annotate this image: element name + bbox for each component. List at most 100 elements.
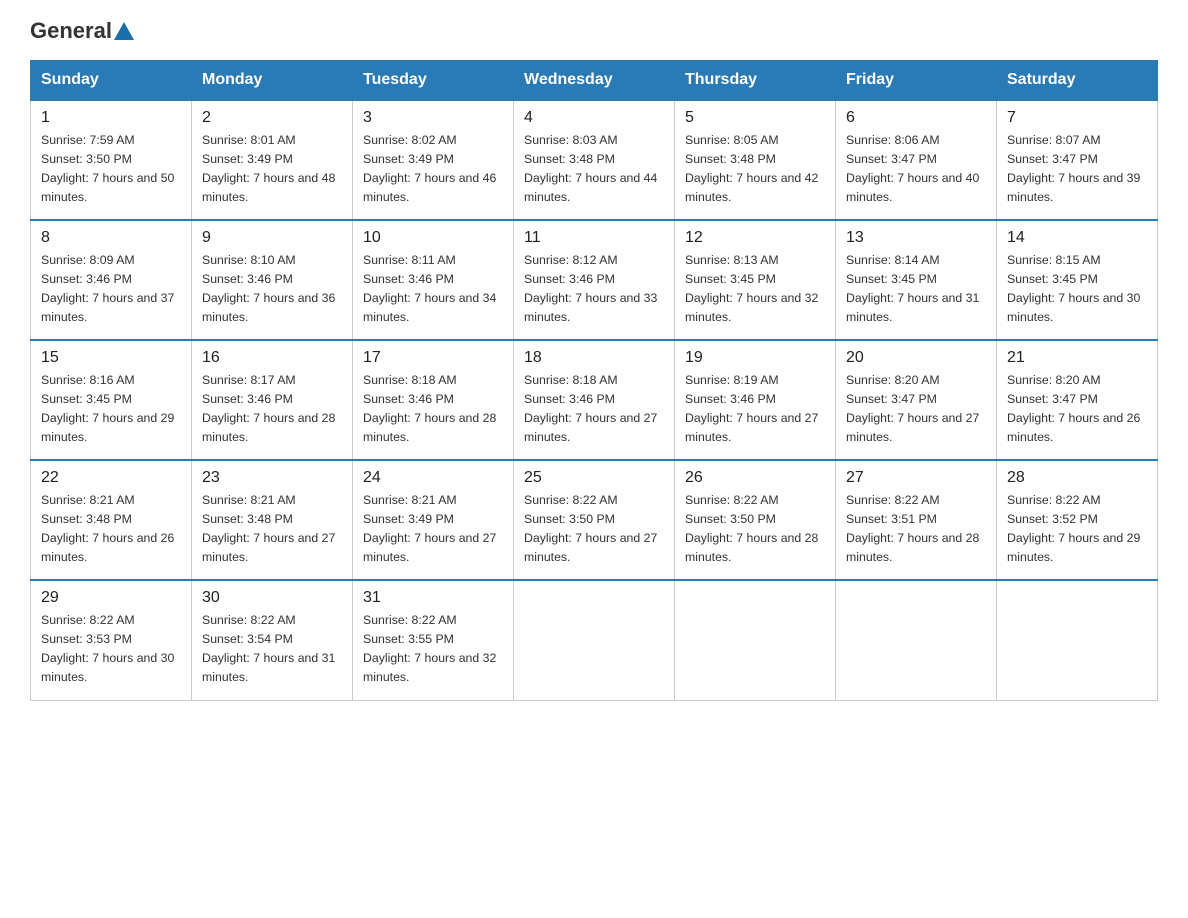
weekday-header-row: SundayMondayTuesdayWednesdayThursdayFrid…: [31, 61, 1158, 101]
day-number: 25: [524, 469, 664, 487]
calendar-cell: 7 Sunrise: 8:07 AMSunset: 3:47 PMDaylight…: [997, 100, 1158, 220]
day-info: Sunrise: 8:15 AMSunset: 3:45 PMDaylight:…: [1007, 253, 1140, 324]
day-number: 9: [202, 229, 342, 247]
day-info: Sunrise: 8:22 AMSunset: 3:54 PMDaylight:…: [202, 613, 335, 684]
weekday-header-tuesday: Tuesday: [353, 61, 514, 101]
calendar-cell: 13Sunrise: 8:14 AMSunset: 3:45 PMDayligh…: [836, 220, 997, 340]
day-info: Sunrise: 8:21 AMSunset: 3:48 PMDaylight:…: [41, 493, 174, 564]
calendar-cell: [997, 580, 1158, 700]
logo-triangle-icon: [114, 22, 134, 40]
day-info: Sunrise: 8:22 AMSunset: 3:51 PMDaylight:…: [846, 493, 979, 564]
calendar-cell: 2 Sunrise: 8:01 AMSunset: 3:49 PMDaylight…: [192, 100, 353, 220]
calendar-cell: 5 Sunrise: 8:05 AMSunset: 3:48 PMDaylight…: [675, 100, 836, 220]
calendar-cell: 28 Sunrise: 8:22 AMSunset: 3:52 PMDayligh…: [997, 460, 1158, 580]
day-info: Sunrise: 8:22 AMSunset: 3:55 PMDaylight:…: [363, 613, 496, 684]
calendar-cell: 4 Sunrise: 8:03 AMSunset: 3:48 PMDaylight…: [514, 100, 675, 220]
calendar-cell: 22Sunrise: 8:21 AMSunset: 3:48 PMDayligh…: [31, 460, 192, 580]
day-number: 21: [1007, 349, 1147, 367]
day-info: Sunrise: 8:13 AMSunset: 3:45 PMDaylight:…: [685, 253, 818, 324]
calendar-cell: 29 Sunrise: 8:22 AMSunset: 3:53 PMDayligh…: [31, 580, 192, 700]
day-info: Sunrise: 8:18 AMSunset: 3:46 PMDaylight:…: [363, 373, 496, 444]
calendar-cell: 14Sunrise: 8:15 AMSunset: 3:45 PMDayligh…: [997, 220, 1158, 340]
day-number: 31: [363, 589, 503, 607]
calendar-cell: 26 Sunrise: 8:22 AMSunset: 3:50 PMDayligh…: [675, 460, 836, 580]
calendar-cell: 10 Sunrise: 8:11 AMSunset: 3:46 PMDayligh…: [353, 220, 514, 340]
page-header: General: [30, 20, 1158, 42]
calendar-cell: 6 Sunrise: 8:06 AMSunset: 3:47 PMDaylight…: [836, 100, 997, 220]
day-info: Sunrise: 8:19 AMSunset: 3:46 PMDaylight:…: [685, 373, 818, 444]
day-number: 26: [685, 469, 825, 487]
calendar-table: SundayMondayTuesdayWednesdayThursdayFrid…: [30, 60, 1158, 701]
calendar-cell: 15Sunrise: 8:16 AMSunset: 3:45 PMDayligh…: [31, 340, 192, 460]
day-number: 29: [41, 589, 181, 607]
calendar-week-row: 15Sunrise: 8:16 AMSunset: 3:45 PMDayligh…: [31, 340, 1158, 460]
calendar-cell: 9 Sunrise: 8:10 AMSunset: 3:46 PMDaylight…: [192, 220, 353, 340]
day-number: 5: [685, 109, 825, 127]
day-number: 24: [363, 469, 503, 487]
calendar-cell: 3 Sunrise: 8:02 AMSunset: 3:49 PMDaylight…: [353, 100, 514, 220]
calendar-cell: 11 Sunrise: 8:12 AMSunset: 3:46 PMDayligh…: [514, 220, 675, 340]
calendar-cell: 27 Sunrise: 8:22 AMSunset: 3:51 PMDayligh…: [836, 460, 997, 580]
day-info: Sunrise: 8:05 AMSunset: 3:48 PMDaylight:…: [685, 133, 818, 204]
day-number: 18: [524, 349, 664, 367]
day-number: 1: [41, 109, 181, 127]
calendar-cell: 12Sunrise: 8:13 AMSunset: 3:45 PMDayligh…: [675, 220, 836, 340]
day-number: 17: [363, 349, 503, 367]
calendar-cell: 23 Sunrise: 8:21 AMSunset: 3:48 PMDayligh…: [192, 460, 353, 580]
weekday-header-wednesday: Wednesday: [514, 61, 675, 101]
calendar-cell: 16Sunrise: 8:17 AMSunset: 3:46 PMDayligh…: [192, 340, 353, 460]
calendar-cell: 19Sunrise: 8:19 AMSunset: 3:46 PMDayligh…: [675, 340, 836, 460]
calendar-week-row: 29 Sunrise: 8:22 AMSunset: 3:53 PMDayligh…: [31, 580, 1158, 700]
calendar-cell: 18 Sunrise: 8:18 AMSunset: 3:46 PMDayligh…: [514, 340, 675, 460]
day-info: Sunrise: 8:14 AMSunset: 3:45 PMDaylight:…: [846, 253, 979, 324]
calendar-cell: [514, 580, 675, 700]
day-number: 11: [524, 229, 664, 247]
day-info: Sunrise: 8:06 AMSunset: 3:47 PMDaylight:…: [846, 133, 979, 204]
day-info: Sunrise: 8:17 AMSunset: 3:46 PMDaylight:…: [202, 373, 335, 444]
day-number: 23: [202, 469, 342, 487]
day-info: Sunrise: 8:21 AMSunset: 3:49 PMDaylight:…: [363, 493, 496, 564]
day-number: 10: [363, 229, 503, 247]
day-info: Sunrise: 8:01 AMSunset: 3:49 PMDaylight:…: [202, 133, 335, 204]
day-number: 6: [846, 109, 986, 127]
day-number: 30: [202, 589, 342, 607]
weekday-header-friday: Friday: [836, 61, 997, 101]
calendar-cell: 20 Sunrise: 8:20 AMSunset: 3:47 PMDayligh…: [836, 340, 997, 460]
calendar-cell: 8 Sunrise: 8:09 AMSunset: 3:46 PMDaylight…: [31, 220, 192, 340]
calendar-cell: 1Sunrise: 7:59 AMSunset: 3:50 PMDaylight…: [31, 100, 192, 220]
weekday-header-sunday: Sunday: [31, 61, 192, 101]
calendar-cell: 31 Sunrise: 8:22 AMSunset: 3:55 PMDayligh…: [353, 580, 514, 700]
day-info: Sunrise: 8:11 AMSunset: 3:46 PMDaylight:…: [363, 253, 496, 324]
weekday-header-thursday: Thursday: [675, 61, 836, 101]
day-info: Sunrise: 8:12 AMSunset: 3:46 PMDaylight:…: [524, 253, 657, 324]
day-number: 3: [363, 109, 503, 127]
calendar-cell: 25Sunrise: 8:22 AMSunset: 3:50 PMDayligh…: [514, 460, 675, 580]
day-info: Sunrise: 8:22 AMSunset: 3:50 PMDaylight:…: [685, 493, 818, 564]
day-number: 27: [846, 469, 986, 487]
day-info: Sunrise: 8:07 AMSunset: 3:47 PMDaylight:…: [1007, 133, 1140, 204]
day-info: Sunrise: 8:21 AMSunset: 3:48 PMDaylight:…: [202, 493, 335, 564]
day-info: Sunrise: 8:18 AMSunset: 3:46 PMDaylight:…: [524, 373, 657, 444]
day-number: 28: [1007, 469, 1147, 487]
weekday-header-saturday: Saturday: [997, 61, 1158, 101]
day-info: Sunrise: 8:02 AMSunset: 3:49 PMDaylight:…: [363, 133, 496, 204]
calendar-cell: [675, 580, 836, 700]
day-info: Sunrise: 8:20 AMSunset: 3:47 PMDaylight:…: [846, 373, 979, 444]
calendar-week-row: 8 Sunrise: 8:09 AMSunset: 3:46 PMDaylight…: [31, 220, 1158, 340]
day-number: 20: [846, 349, 986, 367]
day-info: Sunrise: 8:09 AMSunset: 3:46 PMDaylight:…: [41, 253, 174, 324]
logo-general-text: General: [30, 20, 112, 42]
calendar-week-row: 1Sunrise: 7:59 AMSunset: 3:50 PMDaylight…: [31, 100, 1158, 220]
day-number: 4: [524, 109, 664, 127]
day-number: 2: [202, 109, 342, 127]
day-number: 7: [1007, 109, 1147, 127]
day-info: Sunrise: 8:16 AMSunset: 3:45 PMDaylight:…: [41, 373, 174, 444]
day-info: Sunrise: 8:22 AMSunset: 3:53 PMDaylight:…: [41, 613, 174, 684]
calendar-cell: 30 Sunrise: 8:22 AMSunset: 3:54 PMDayligh…: [192, 580, 353, 700]
day-info: Sunrise: 8:03 AMSunset: 3:48 PMDaylight:…: [524, 133, 657, 204]
day-info: Sunrise: 8:22 AMSunset: 3:52 PMDaylight:…: [1007, 493, 1140, 564]
day-info: Sunrise: 8:10 AMSunset: 3:46 PMDaylight:…: [202, 253, 335, 324]
calendar-cell: [836, 580, 997, 700]
day-number: 8: [41, 229, 181, 247]
logo: General: [30, 20, 136, 42]
